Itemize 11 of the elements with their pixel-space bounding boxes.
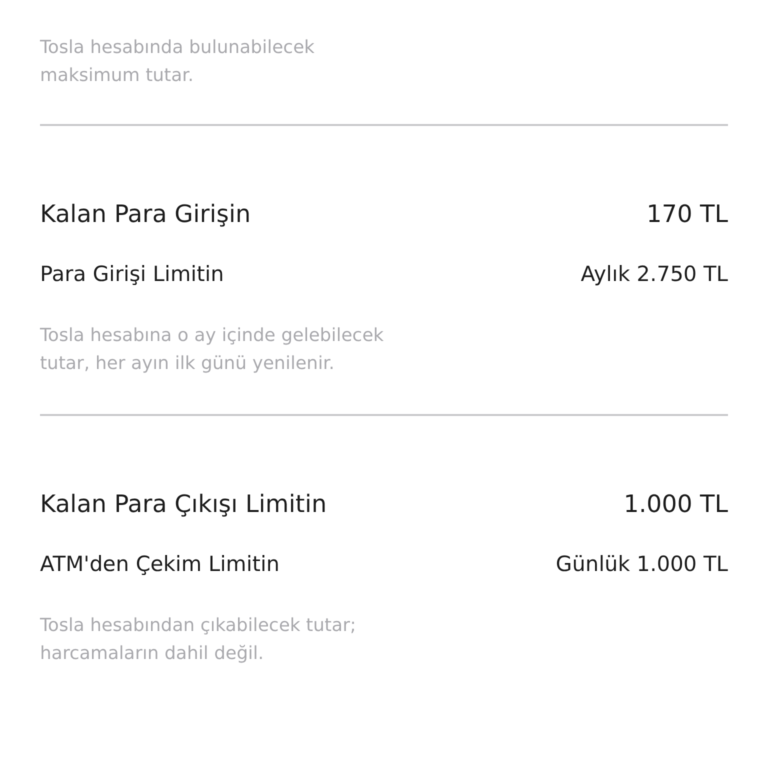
limit-label: Para Girişi Limitin (40, 262, 224, 286)
remaining-amount: 1.000 TL (624, 490, 728, 518)
limit-description: Tosla hesabında bulunabilecek maksimum tutar. (40, 36, 316, 88)
limit-description: Tosla hesabından çıkabilecek tutar; harcamaların dahil değil. (40, 614, 358, 666)
limit-description: Tosla hesabına o ay içinde gelebilecek tutar, her ayın ilk günü yenilenir. (40, 324, 385, 376)
limit-value: Aylık 2.750 TL (580, 262, 728, 286)
limit-label: ATM'den Çekim Limitin (40, 552, 280, 576)
limit-value: Günlük 1.000 TL (556, 552, 728, 576)
limit-title: Kalan Para Girişin (40, 199, 251, 230)
remaining-amount: 170 TL (646, 200, 728, 228)
limit-title: Kalan Para Çıkışı Limitin (40, 489, 327, 520)
